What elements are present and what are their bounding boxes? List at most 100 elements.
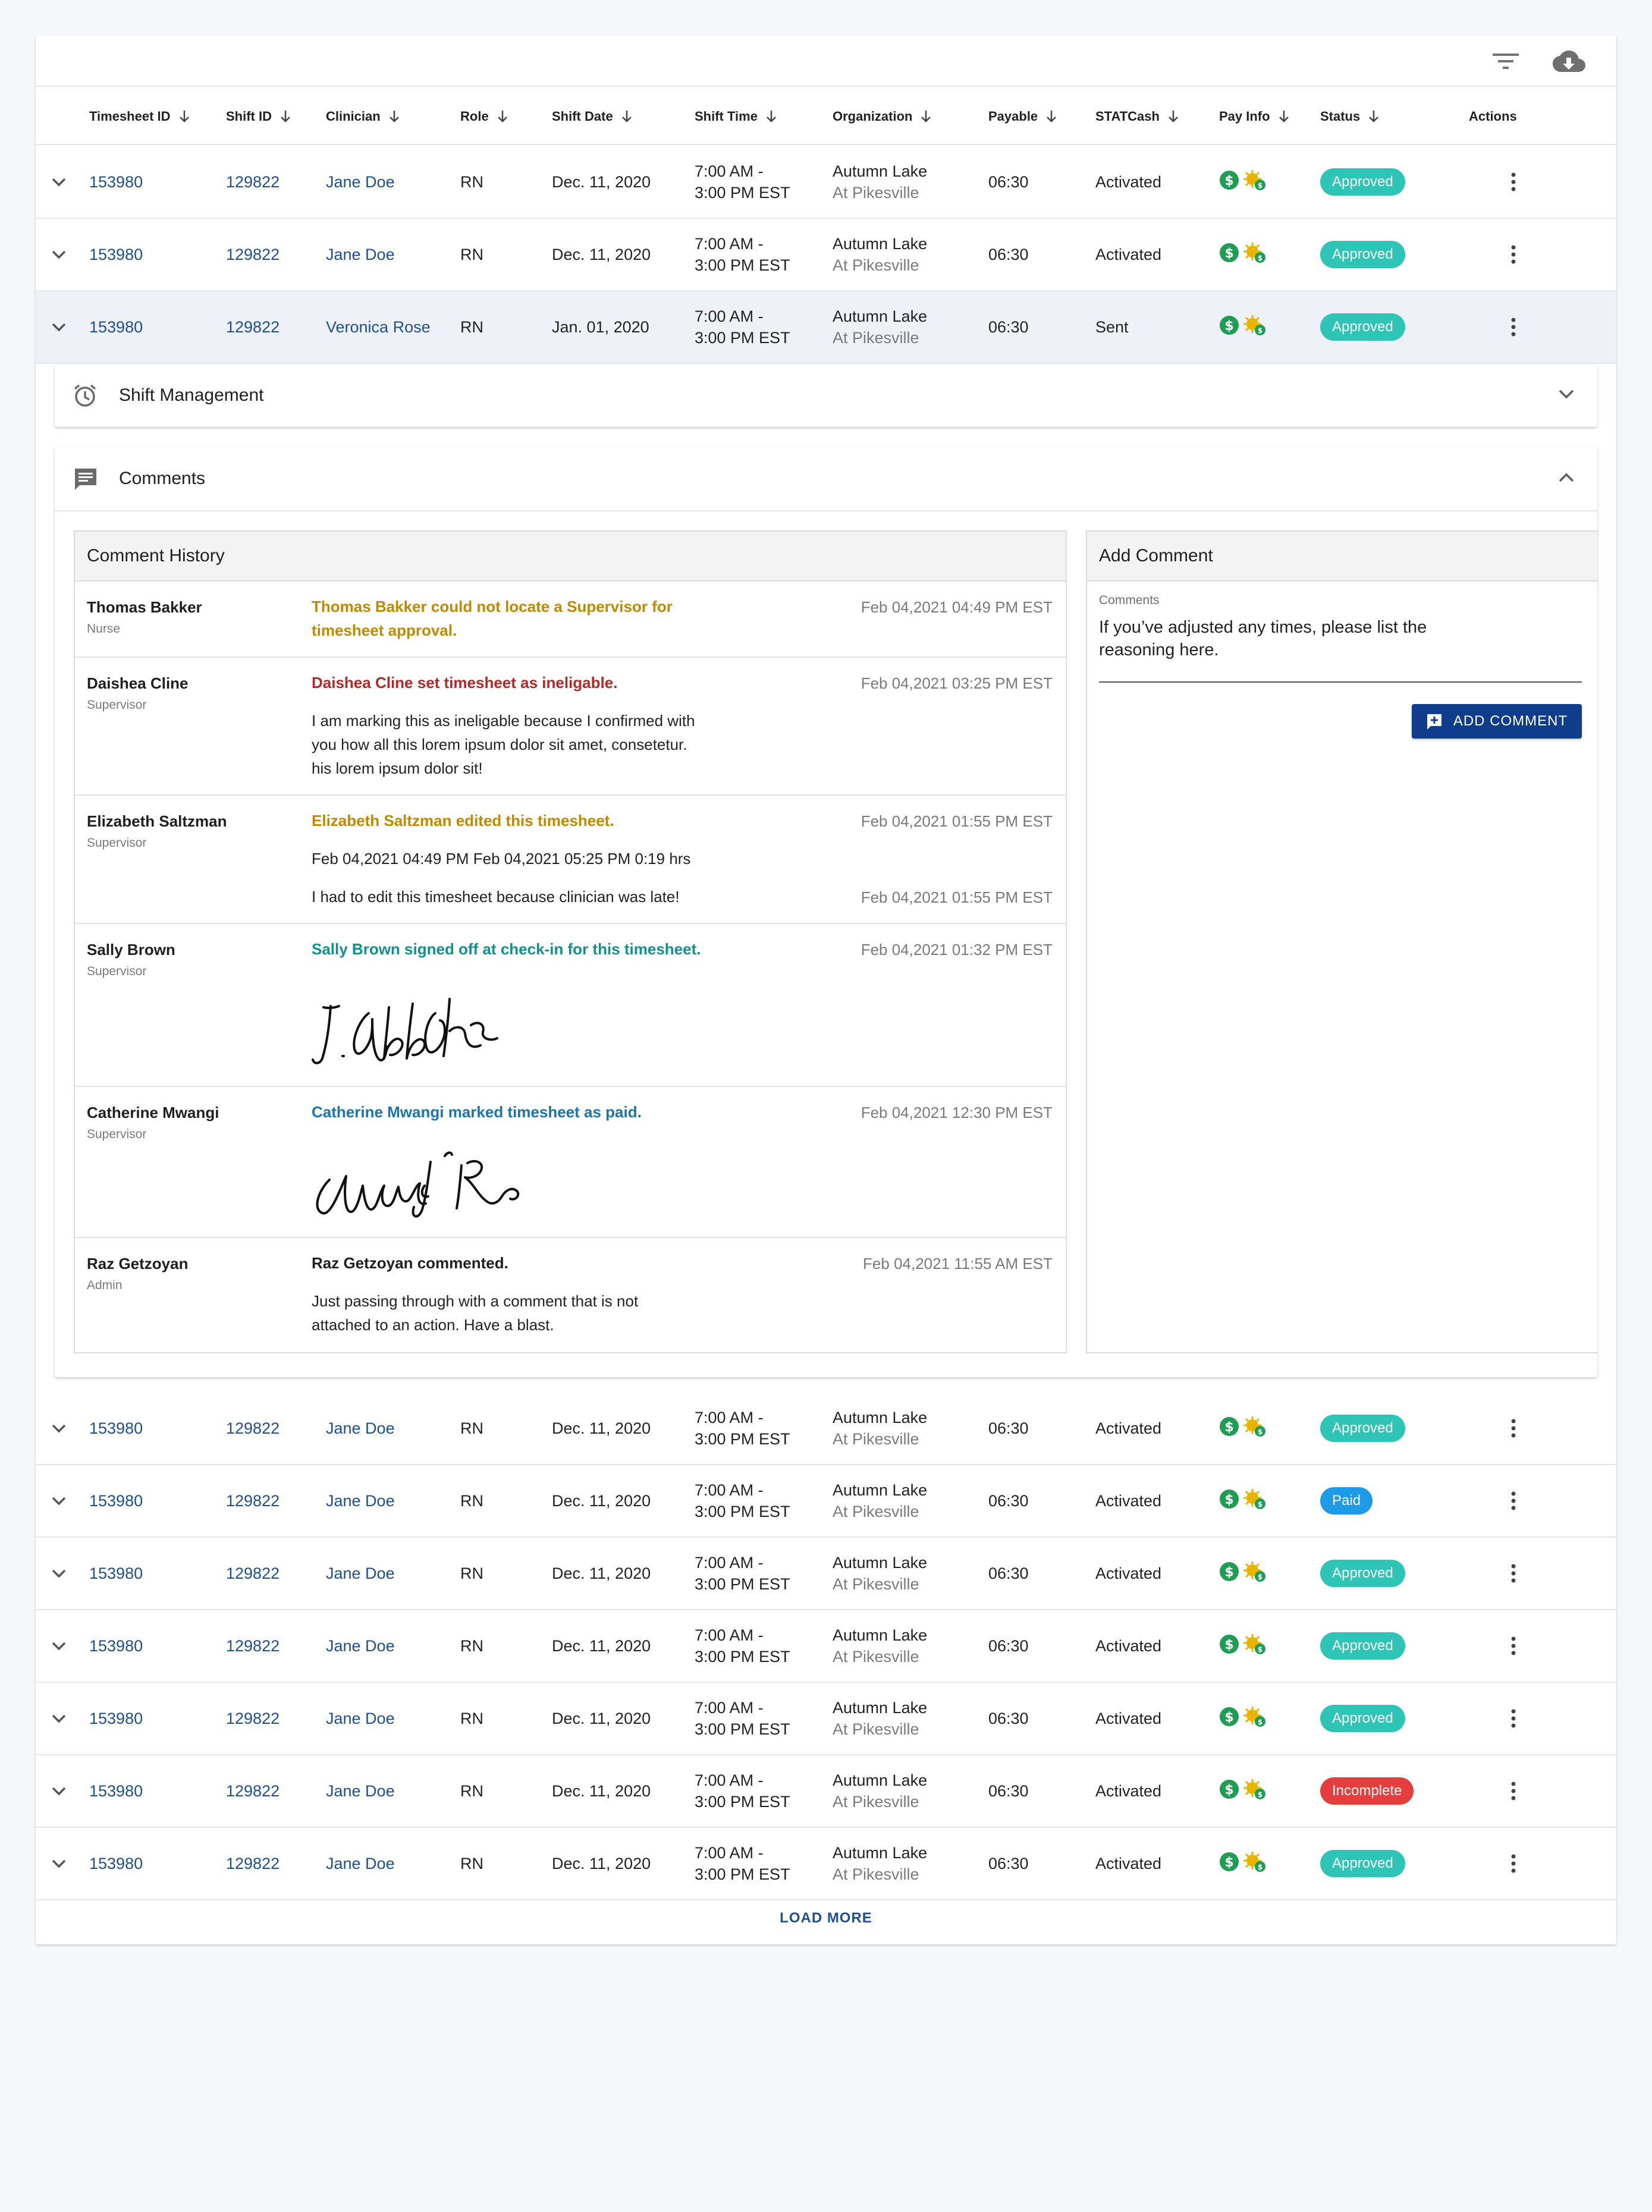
column-header[interactable]: Status bbox=[1320, 87, 1379, 146]
more-vert-icon[interactable] bbox=[1510, 1393, 1516, 1464]
chevron-down-icon[interactable] bbox=[51, 1465, 67, 1537]
table-row[interactable]: 153980 129822 Jane Doe RN Dec. 11, 2020 … bbox=[36, 219, 1616, 291]
more-vert-icon[interactable] bbox=[1510, 1610, 1516, 1682]
chevron-down-icon[interactable] bbox=[51, 1610, 67, 1682]
table-row[interactable]: 153980 129822 Jane Doe RN Dec. 11, 2020 … bbox=[36, 1538, 1616, 1610]
shift-id-link[interactable]: 129822 bbox=[226, 291, 279, 363]
dollar-circle-icon[interactable]: $ bbox=[1219, 1779, 1239, 1803]
column-header[interactable]: Clinician bbox=[326, 87, 400, 146]
clinician-link[interactable]: Jane Doe bbox=[326, 1538, 395, 1609]
chevron-down-icon[interactable] bbox=[1558, 389, 1575, 403]
timesheet-id-link[interactable]: 153980 bbox=[89, 1538, 143, 1609]
timesheet-id-link[interactable]: 153980 bbox=[89, 1755, 143, 1827]
more-vert-icon[interactable] bbox=[1510, 1538, 1516, 1609]
comment-field-value[interactable]: If you’ve adjusted any times, please lis… bbox=[1099, 616, 1582, 661]
table-row[interactable]: 153980 129822 Jane Doe RN Dec. 11, 2020 … bbox=[36, 1393, 1616, 1465]
chevron-down-icon[interactable] bbox=[51, 1828, 67, 1899]
more-vert-icon[interactable] bbox=[1510, 219, 1516, 290]
shift-id-link[interactable]: 129822 bbox=[226, 1393, 279, 1464]
column-header[interactable]: STATCash bbox=[1095, 87, 1179, 146]
statcash-icon[interactable]: $ bbox=[1243, 1633, 1267, 1659]
chevron-down-icon[interactable] bbox=[51, 1683, 67, 1754]
dollar-circle-icon[interactable]: $ bbox=[1219, 1561, 1239, 1586]
table-row[interactable]: 153980 129822 Jane Doe RN Dec. 11, 2020 … bbox=[36, 1465, 1616, 1538]
dollar-circle-icon[interactable]: $ bbox=[1219, 1707, 1239, 1731]
dollar-circle-icon[interactable]: $ bbox=[1219, 243, 1239, 267]
statcash-icon[interactable]: $ bbox=[1243, 1488, 1267, 1514]
column-header[interactable]: Role bbox=[460, 87, 508, 146]
shift-id-link[interactable]: 129822 bbox=[226, 1465, 279, 1537]
chevron-down-icon[interactable] bbox=[51, 291, 67, 363]
timesheet-id-link[interactable]: 153980 bbox=[89, 1828, 143, 1899]
chevron-up-icon[interactable] bbox=[1558, 472, 1575, 486]
statcash-icon[interactable]: $ bbox=[1243, 1851, 1267, 1877]
chevron-down-icon[interactable] bbox=[51, 146, 67, 218]
shift-id-link[interactable]: 129822 bbox=[226, 219, 279, 290]
table-row[interactable]: 153980 129822 Jane Doe RN Dec. 11, 2020 … bbox=[36, 1610, 1616, 1683]
dollar-circle-icon[interactable]: $ bbox=[1219, 1852, 1239, 1876]
more-vert-icon[interactable] bbox=[1510, 1755, 1516, 1827]
statcash-icon[interactable]: $ bbox=[1243, 169, 1267, 195]
chevron-down-icon[interactable] bbox=[51, 1755, 67, 1827]
more-vert-icon[interactable] bbox=[1510, 1683, 1516, 1754]
chevron-down-icon[interactable] bbox=[51, 1393, 67, 1464]
dollar-circle-icon[interactable]: $ bbox=[1219, 170, 1239, 194]
clinician-link[interactable]: Jane Doe bbox=[326, 1683, 395, 1754]
timesheet-id-link[interactable]: 153980 bbox=[89, 146, 143, 218]
statcash-icon[interactable]: $ bbox=[1243, 1706, 1267, 1732]
shift-id-link[interactable]: 129822 bbox=[226, 1610, 279, 1682]
column-header[interactable]: Payable bbox=[988, 87, 1057, 146]
filter-icon[interactable] bbox=[1488, 46, 1524, 76]
timesheet-id-link[interactable]: 153980 bbox=[89, 219, 143, 290]
more-vert-icon[interactable] bbox=[1510, 1465, 1516, 1537]
timesheet-id-link[interactable]: 153980 bbox=[89, 1393, 143, 1464]
statcash-icon[interactable]: $ bbox=[1243, 1561, 1267, 1586]
column-header[interactable]: Shift Date bbox=[552, 87, 632, 146]
chevron-down-icon[interactable] bbox=[51, 1538, 67, 1609]
dollar-circle-icon[interactable]: $ bbox=[1219, 1489, 1239, 1513]
column-header[interactable]: Shift ID bbox=[226, 87, 291, 146]
table-row[interactable]: 153980 129822 Veronica Rose RN Jan. 01, … bbox=[36, 291, 1616, 364]
clinician-link[interactable]: Jane Doe bbox=[326, 1393, 395, 1464]
clinician-link[interactable]: Veronica Rose bbox=[326, 291, 431, 363]
table-row[interactable]: 153980 129822 Jane Doe RN Dec. 11, 2020 … bbox=[36, 1755, 1616, 1828]
more-vert-icon[interactable] bbox=[1510, 291, 1516, 363]
statcash-icon[interactable]: $ bbox=[1243, 242, 1267, 268]
shift-id-link[interactable]: 129822 bbox=[226, 146, 279, 218]
timesheet-id-link[interactable]: 153980 bbox=[89, 1610, 143, 1682]
clinician-link[interactable]: Jane Doe bbox=[326, 146, 395, 218]
statcash-icon[interactable]: $ bbox=[1243, 1416, 1267, 1441]
clinician-link[interactable]: Jane Doe bbox=[326, 1828, 395, 1899]
more-vert-icon[interactable] bbox=[1510, 1828, 1516, 1899]
shift-management-panel[interactable]: Shift Management bbox=[55, 364, 1597, 427]
dollar-circle-icon[interactable]: $ bbox=[1219, 1634, 1239, 1658]
shift-id-link[interactable]: 129822 bbox=[226, 1828, 279, 1899]
table-row[interactable]: 153980 129822 Jane Doe RN Dec. 11, 2020 … bbox=[36, 1828, 1616, 1900]
chevron-down-icon[interactable] bbox=[51, 219, 67, 290]
column-header[interactable]: Timesheet ID bbox=[89, 87, 190, 146]
statcash-icon[interactable]: $ bbox=[1243, 315, 1267, 340]
add-comment-button[interactable]: ADD COMMENT bbox=[1412, 704, 1582, 739]
shift-id-link[interactable]: 129822 bbox=[226, 1538, 279, 1609]
clinician-link[interactable]: Jane Doe bbox=[326, 1755, 395, 1827]
column-header[interactable]: Shift Time bbox=[695, 87, 777, 146]
cloud-download-icon[interactable] bbox=[1551, 46, 1587, 76]
comment-field[interactable]: Comments If you’ve adjusted any times, p… bbox=[1099, 593, 1582, 683]
more-vert-icon[interactable] bbox=[1510, 146, 1516, 218]
column-header[interactable]: Organization bbox=[833, 87, 931, 146]
shift-id-link[interactable]: 129822 bbox=[226, 1683, 279, 1754]
table-row[interactable]: 153980 129822 Jane Doe RN Dec. 11, 2020 … bbox=[36, 1683, 1616, 1755]
load-more-button[interactable]: LOAD MORE bbox=[36, 1910, 1616, 1927]
timesheet-id-link[interactable]: 153980 bbox=[89, 291, 143, 363]
shift-id-link[interactable]: 129822 bbox=[226, 1755, 279, 1827]
dollar-circle-icon[interactable]: $ bbox=[1219, 315, 1239, 340]
column-header[interactable]: Pay Info bbox=[1219, 87, 1289, 146]
dollar-circle-icon[interactable]: $ bbox=[1219, 1416, 1239, 1441]
table-row[interactable]: 153980 129822 Jane Doe RN Dec. 11, 2020 … bbox=[36, 146, 1616, 219]
timesheet-id-link[interactable]: 153980 bbox=[89, 1465, 143, 1537]
timesheet-id-link[interactable]: 153980 bbox=[89, 1683, 143, 1754]
clinician-link[interactable]: Jane Doe bbox=[326, 219, 395, 290]
statcash-icon[interactable]: $ bbox=[1243, 1779, 1267, 1804]
clinician-link[interactable]: Jane Doe bbox=[326, 1465, 395, 1537]
clinician-link[interactable]: Jane Doe bbox=[326, 1610, 395, 1682]
